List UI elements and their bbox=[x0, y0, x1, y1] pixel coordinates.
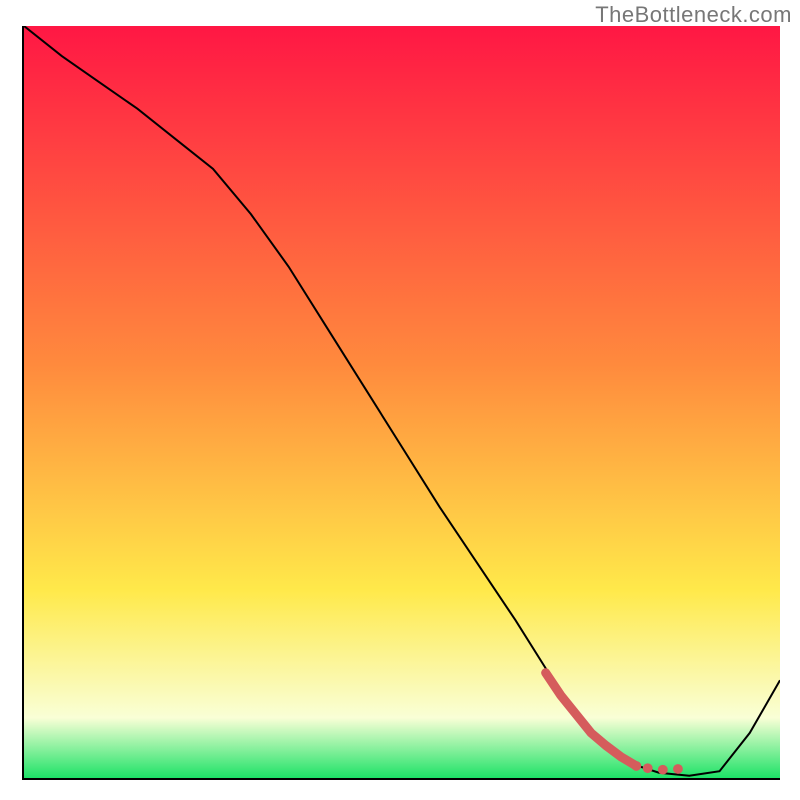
watermark-text: TheBottleneck.com bbox=[595, 2, 792, 28]
highlight-dot bbox=[673, 764, 683, 774]
heat-background bbox=[24, 26, 780, 778]
plot-area bbox=[22, 26, 780, 780]
chart-frame: TheBottleneck.com bbox=[0, 0, 800, 800]
plot-svg bbox=[24, 26, 780, 778]
highlight-dot bbox=[658, 765, 668, 775]
highlight-dot bbox=[631, 761, 641, 771]
highlight-dot bbox=[643, 763, 653, 773]
